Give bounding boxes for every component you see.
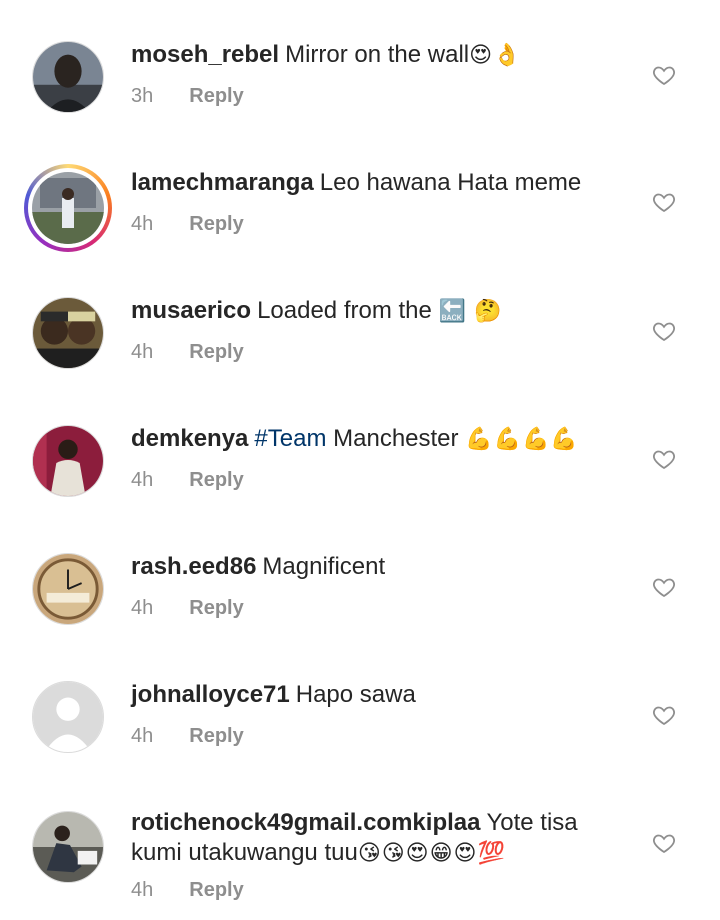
comment-text: Magnificent [262,553,386,580]
comment-emoji: 💪💪💪💪 [465,426,579,451]
heart-icon[interactable] [652,703,676,727]
comment-username[interactable]: moseh_rebel [131,41,279,68]
avatar[interactable] [24,164,112,252]
comment-emoji: 😍👌 [469,42,522,67]
heart-icon[interactable] [652,831,676,855]
comment-hashtag[interactable]: #Team [254,425,326,452]
comment-username[interactable]: demkenya [131,425,248,452]
reply-button[interactable]: Reply [189,85,243,107]
comment-time: 3h [131,85,154,107]
heart-icon[interactable] [652,447,676,471]
avatar[interactable] [32,681,104,753]
comment-time: 4h [131,879,154,901]
avatar[interactable] [32,553,104,625]
comment-emoji: 🔙 🤔 [438,298,503,323]
comment-time: 4h [131,597,154,619]
heart-icon[interactable] [652,575,676,599]
avatar[interactable] [32,41,104,113]
comment-time: 4h [131,469,154,491]
heart-icon[interactable] [652,319,676,343]
avatar[interactable] [32,297,104,369]
comment-time: 4h [131,341,154,363]
comment-text: Hapo sawa [295,681,416,708]
reply-button[interactable]: Reply [189,725,243,747]
reply-button[interactable]: Reply [189,597,243,619]
comment-username[interactable]: rash.eed86 [131,553,256,580]
reply-button[interactable]: Reply [189,469,243,491]
comment-text: Leo hawana Hata meme [319,169,582,196]
comment-time: 4h [131,213,154,235]
avatar[interactable] [32,425,104,497]
heart-icon[interactable] [652,63,676,87]
comment-time: 4h [131,725,154,747]
reply-button[interactable]: Reply [189,213,243,235]
comment-emoji: 😘😘😍😁😍💯 [357,840,506,865]
heart-icon[interactable] [652,190,676,214]
comment-text: Manchester [333,425,459,452]
comment-text: Mirror on the wall [285,41,470,68]
avatar[interactable] [32,811,104,883]
reply-button[interactable]: Reply [189,341,243,363]
comment-text: Loaded from the [257,297,432,324]
reply-button[interactable]: Reply [189,879,243,901]
comment-username[interactable]: lamechmaranga [131,169,314,196]
comment-username[interactable]: johnalloyce71 [131,681,290,708]
comment-username[interactable]: musaerico [131,297,251,324]
comment-username[interactable]: rotichenock49gmail.comkiplaa [131,809,480,836]
